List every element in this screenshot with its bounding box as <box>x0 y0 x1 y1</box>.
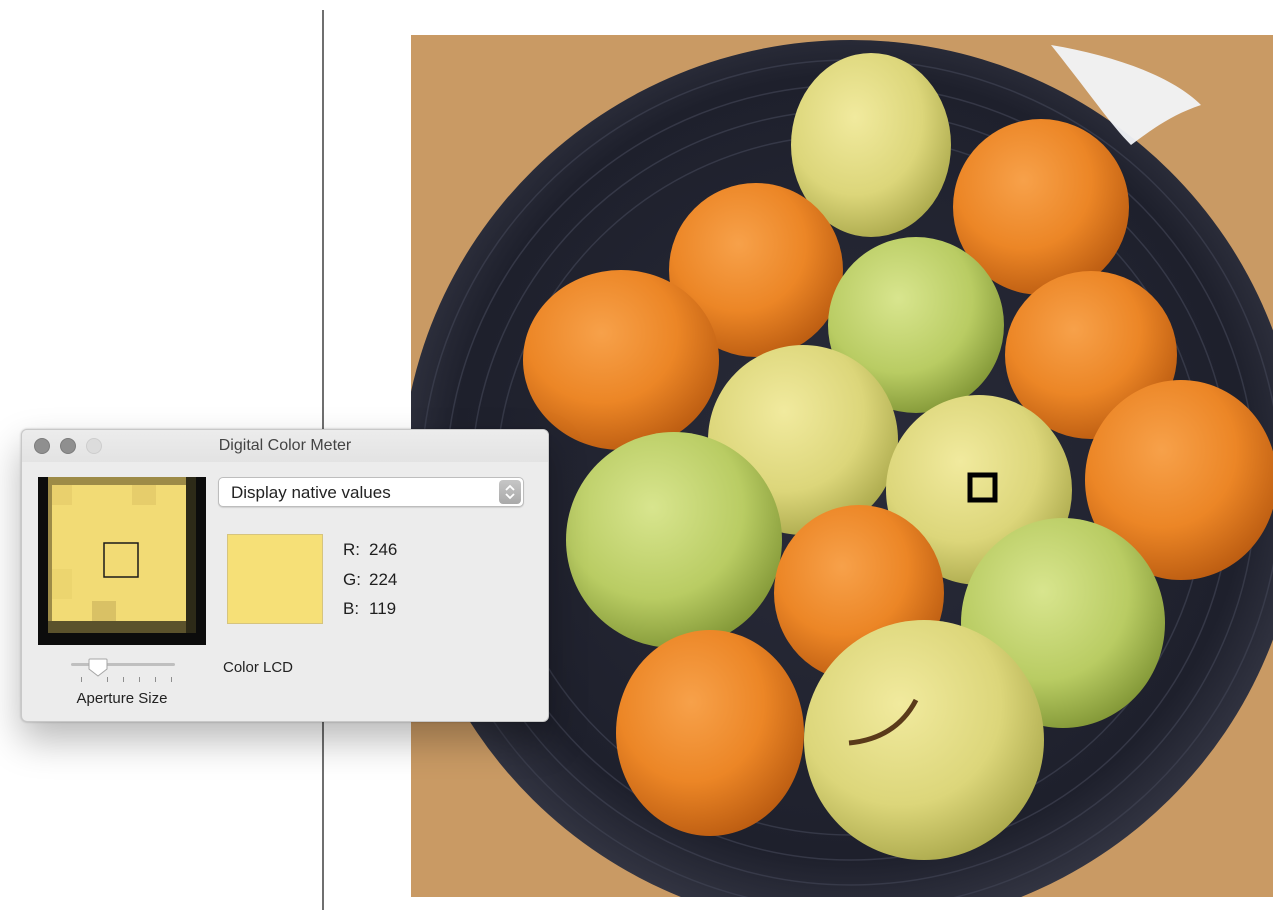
orange <box>523 270 719 450</box>
magnifier-preview <box>38 477 206 645</box>
blue-label: B: <box>343 599 360 618</box>
apple <box>804 620 1044 860</box>
display-name-label: Color LCD <box>223 659 294 676</box>
slider-tick <box>171 677 172 682</box>
screen: Digital Color Meter Aperture Size Displa… <box>0 0 1274 910</box>
apple <box>566 432 782 648</box>
red-label: R: <box>343 540 360 559</box>
slider-tick <box>155 677 156 682</box>
blue-value-row: B: 119 <box>343 599 396 619</box>
blue-value: 119 <box>369 599 397 618</box>
magnified-pixels <box>38 477 206 645</box>
green-value: 224 <box>369 570 398 589</box>
digital-color-meter-window: Digital Color Meter Aperture Size Displa… <box>21 429 549 722</box>
title-bar[interactable]: Digital Color Meter <box>22 430 548 462</box>
display-values-select[interactable]: Display native values <box>218 477 524 507</box>
aperture-size-slider[interactable] <box>71 658 175 684</box>
green-value-row: G: 224 <box>343 570 397 590</box>
slider-thumb-icon[interactable] <box>87 656 109 678</box>
up-down-chevron-icon[interactable] <box>499 480 521 504</box>
slider-tick <box>81 677 82 682</box>
orange <box>616 630 804 836</box>
slider-tick <box>123 677 124 682</box>
aperture-size-label: Aperture Size <box>76 690 168 707</box>
slider-tick <box>139 677 140 682</box>
red-value-row: R: 246 <box>343 540 397 560</box>
red-value: 246 <box>369 540 398 559</box>
select-value: Display native values <box>231 483 391 502</box>
green-label: G: <box>343 570 361 589</box>
color-swatch <box>227 534 323 624</box>
window-title: Digital Color Meter <box>218 437 352 454</box>
